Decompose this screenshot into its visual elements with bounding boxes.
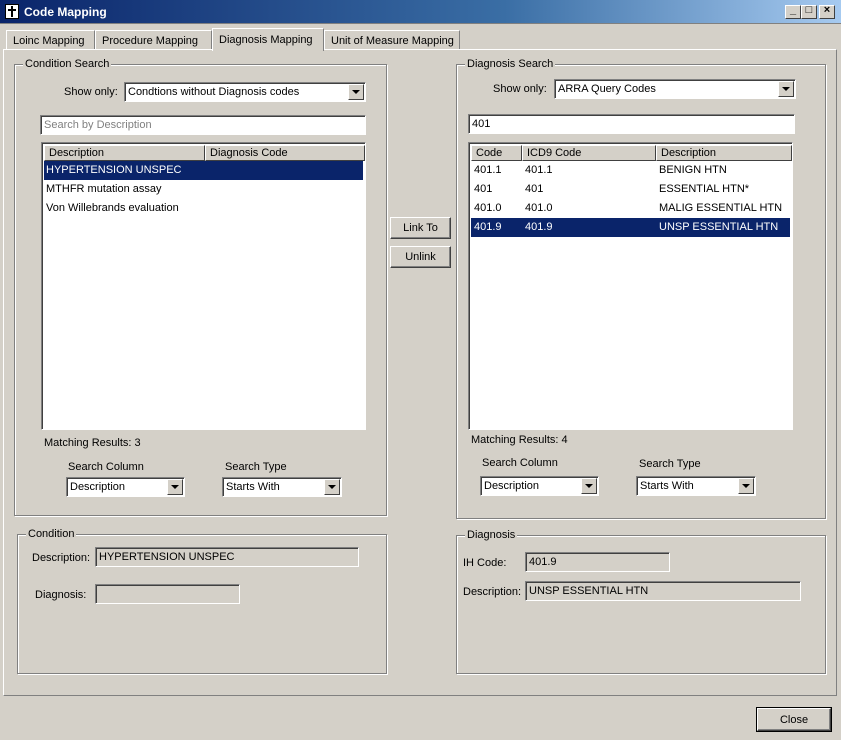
- diagnosis-show-only-label: Show only:: [493, 83, 547, 95]
- diagnosis-list-header: Code ICD9 Code Description: [471, 145, 792, 161]
- diagnosis-search-type-value: Starts With: [640, 480, 694, 492]
- condition-show-only-value: Condtions without Diagnosis codes: [128, 86, 300, 98]
- tab-unit-of-measure-mapping[interactable]: Unit of Measure Mapping: [324, 30, 460, 50]
- condition-search-placeholder: Search by Description: [44, 119, 152, 131]
- title-bar[interactable]: Code Mapping _ □ ×: [0, 0, 841, 24]
- table-row[interactable]: 401.9 401.9 UNSP ESSENTIAL HTN: [471, 218, 790, 237]
- row-code: 401: [474, 183, 493, 195]
- row-code: 401.9: [474, 221, 502, 233]
- chevron-down-icon[interactable]: [324, 479, 340, 495]
- condition-search-column-label: Search Column: [68, 461, 144, 473]
- table-row[interactable]: HYPERTENSION UNSPEC: [44, 161, 363, 180]
- condition-matching-results: Matching Results: 3: [44, 437, 141, 449]
- diagnosis-description-label: Description:: [463, 586, 522, 598]
- tab-loinc-mapping[interactable]: Loinc Mapping: [6, 30, 95, 50]
- condition-search-title: Condition Search: [23, 58, 112, 70]
- tab-label: Loinc Mapping: [13, 35, 85, 47]
- tab-label: Diagnosis Mapping: [219, 34, 313, 46]
- close-label: Close: [779, 713, 809, 726]
- condition-search-type-label: Search Type: [225, 461, 287, 473]
- diagnosis-search-column-label: Search Column: [482, 457, 558, 469]
- chevron-down-icon[interactable]: [167, 479, 183, 495]
- chevron-down-icon[interactable]: [778, 81, 794, 97]
- diagnosis-ih-code-value: 401.9: [529, 556, 557, 568]
- diagnosis-search-column-value: Description: [484, 480, 540, 492]
- condition-search-type-value: Starts With: [226, 481, 280, 493]
- condition-description-field: HYPERTENSION UNSPEC: [95, 547, 359, 567]
- condition-search-column-value: Description: [70, 481, 126, 493]
- minimize-icon: _: [789, 4, 797, 16]
- row-description: BENIGN HTN: [659, 164, 727, 176]
- window-title: Code Mapping: [24, 5, 107, 19]
- diagnosis-ih-code-label: IH Code:: [463, 557, 507, 569]
- column-header-description[interactable]: Description: [44, 145, 205, 161]
- table-row[interactable]: MTHFR mutation assay: [44, 180, 363, 199]
- diagnosis-show-only-value: ARRA Query Codes: [558, 83, 656, 95]
- table-row[interactable]: Von Willebrands evaluation: [44, 199, 363, 218]
- row-description: MALIG ESSENTIAL HTN: [659, 202, 783, 214]
- close-icon: ×: [823, 4, 831, 16]
- row-icd9: 401.9: [525, 221, 553, 233]
- chevron-down-icon[interactable]: [581, 478, 597, 494]
- diagnosis-search-type-label: Search Type: [639, 458, 701, 470]
- column-header-code[interactable]: Code: [471, 145, 522, 161]
- diagnosis-search-column-select[interactable]: Description: [480, 476, 599, 496]
- diagnosis-matching-results: Matching Results: 4: [471, 434, 568, 446]
- maximize-button[interactable]: □: [801, 4, 817, 19]
- unlink-button[interactable]: Unlink: [390, 246, 451, 268]
- maximize-icon: □: [805, 4, 813, 16]
- app-icon: [5, 4, 19, 19]
- condition-list[interactable]: Description Diagnosis Code HYPERTENSION …: [41, 142, 366, 430]
- row-description: HYPERTENSION UNSPEC: [46, 164, 182, 176]
- chevron-down-icon[interactable]: [348, 84, 364, 100]
- column-header-description[interactable]: Description: [656, 145, 792, 161]
- tab-label: Unit of Measure Mapping: [331, 35, 454, 47]
- row-description: UNSP ESSENTIAL HTN: [659, 221, 779, 233]
- condition-description-value: HYPERTENSION UNSPEC: [99, 551, 235, 563]
- close-button[interactable]: Close: [756, 707, 832, 732]
- diagnosis-description-field: UNSP ESSENTIAL HTN: [525, 581, 801, 601]
- chevron-down-icon[interactable]: [738, 478, 754, 494]
- column-header-diagnosis-code[interactable]: Diagnosis Code: [205, 145, 365, 161]
- diagnosis-ih-code-field: 401.9: [525, 552, 670, 572]
- diagnosis-title: Diagnosis: [465, 529, 518, 541]
- tab-procedure-mapping[interactable]: Procedure Mapping: [95, 30, 212, 50]
- tab-label: Procedure Mapping: [102, 35, 199, 47]
- condition-show-only-label: Show only:: [64, 86, 118, 98]
- condition-description-label: Description:: [32, 552, 91, 564]
- diagnosis-list[interactable]: Code ICD9 Code Description 401.1 401.1 B…: [468, 142, 793, 430]
- condition-diagnosis-field: [95, 584, 240, 604]
- condition-title: Condition: [26, 528, 77, 540]
- row-code: 401.1: [474, 164, 502, 176]
- diagnosis-search-input[interactable]: 401: [468, 114, 795, 134]
- table-row[interactable]: 401.1 401.1 BENIGN HTN: [471, 161, 790, 180]
- row-icd9: 401.0: [525, 202, 553, 214]
- link-to-button[interactable]: Link To: [390, 217, 451, 239]
- condition-search-column-select[interactable]: Description: [66, 477, 185, 497]
- diagnosis-search-title: Diagnosis Search: [465, 58, 556, 70]
- diagnosis-search-type-select[interactable]: Starts With: [636, 476, 756, 496]
- row-description: ESSENTIAL HTN*: [659, 183, 750, 195]
- minimize-button[interactable]: _: [785, 4, 801, 19]
- condition-search-type-select[interactable]: Starts With: [222, 477, 342, 497]
- row-icd9: 401.1: [525, 164, 553, 176]
- close-window-button[interactable]: ×: [819, 4, 835, 19]
- unlink-label: Unlink: [405, 251, 436, 263]
- diagnosis-search-value: 401: [472, 118, 491, 130]
- table-row[interactable]: 401.0 401.0 MALIG ESSENTIAL HTN: [471, 199, 790, 218]
- row-description: Von Willebrands evaluation: [46, 202, 179, 214]
- condition-show-only-select[interactable]: Condtions without Diagnosis codes: [124, 82, 366, 102]
- condition-list-header: Description Diagnosis Code: [44, 145, 365, 161]
- row-icd9: 401: [525, 183, 544, 195]
- condition-diagnosis-label: Diagnosis:: [35, 589, 87, 601]
- column-header-icd9-code[interactable]: ICD9 Code: [522, 145, 656, 161]
- diagnosis-description-value: UNSP ESSENTIAL HTN: [529, 585, 649, 597]
- row-code: 401.0: [474, 202, 502, 214]
- condition-search-input[interactable]: Search by Description: [40, 115, 366, 135]
- link-to-label: Link To: [403, 222, 438, 234]
- tab-diagnosis-mapping[interactable]: Diagnosis Mapping: [212, 28, 324, 51]
- diagnosis-show-only-select[interactable]: ARRA Query Codes: [554, 79, 796, 99]
- row-description: MTHFR mutation assay: [46, 183, 162, 195]
- table-row[interactable]: 401 401 ESSENTIAL HTN*: [471, 180, 790, 199]
